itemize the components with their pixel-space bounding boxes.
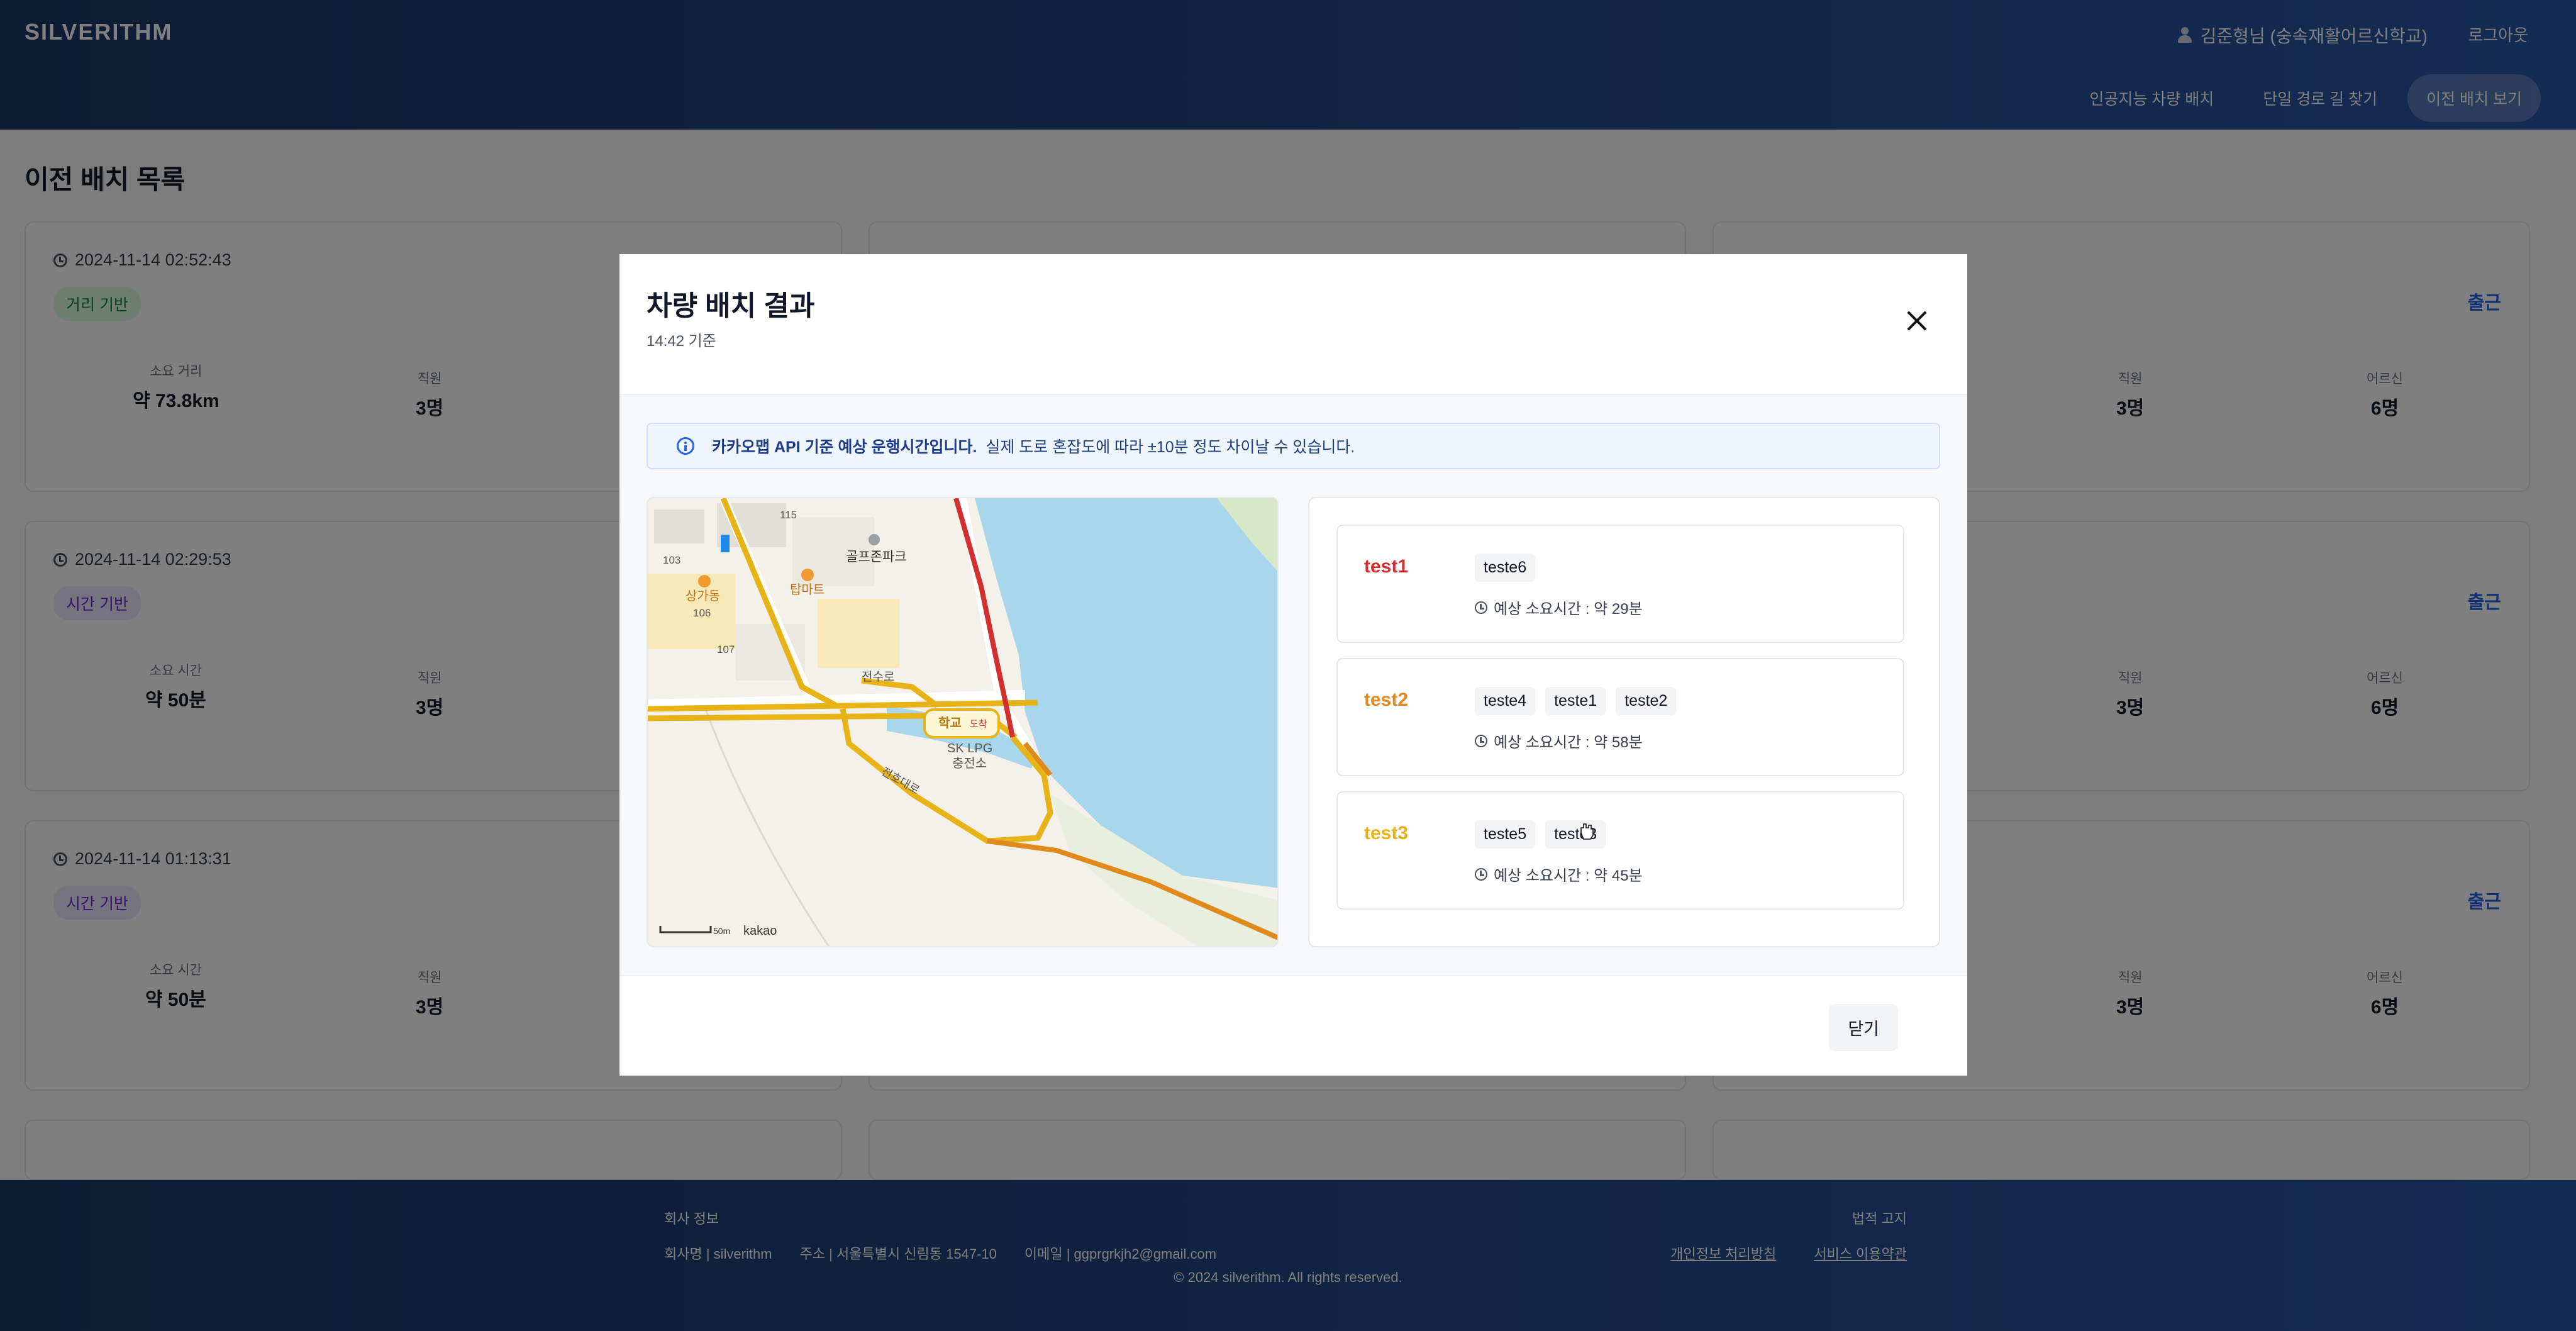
- map-label-station: 충전소: [952, 756, 987, 771]
- route-card[interactable]: test3 teste5 teste3 예상 소요시간 : 약 45분: [1336, 791, 1904, 910]
- member-chip: teste6: [1475, 554, 1536, 582]
- map-label-golfzon: 골프존파크: [846, 550, 907, 564]
- member-chip: teste2: [1616, 687, 1677, 715]
- route-eta: 예상 소요시간 : 약 58분: [1475, 730, 1643, 752]
- route-name: test3: [1364, 823, 1409, 844]
- notice-bold: 카카오맵 API 기준 예상 운행시간입니다.: [712, 438, 977, 456]
- notice-text: 실제 도로 혼잡도에 따라 ±10분 정도 차이날 수 있습니다.: [985, 438, 1355, 456]
- clock-icon: [1475, 867, 1487, 881]
- route-name: test1: [1364, 556, 1409, 577]
- map-scale-label: 50m: [713, 926, 730, 936]
- member-chip: teste1: [1545, 687, 1606, 715]
- map-label-school: 학교: [938, 716, 962, 730]
- clock-icon: [1475, 601, 1487, 614]
- map-label-shopping: 상가동: [686, 589, 720, 603]
- modal-subtitle: 14:42 기준: [647, 333, 716, 350]
- clock-icon: [1475, 734, 1487, 747]
- route-members: teste4 teste1 teste2: [1475, 687, 1677, 715]
- member-chip: teste3: [1545, 820, 1606, 849]
- kakao-logo: kakao: [743, 924, 777, 938]
- map-label-sk: SK LPG: [947, 742, 992, 755]
- route-card[interactable]: test1 teste6 예상 소요시간 : 약 29분: [1336, 525, 1904, 643]
- map-label-107: 107: [717, 643, 735, 655]
- member-chip: teste4: [1475, 687, 1536, 715]
- map-label-topmart: 탑마트: [790, 582, 824, 597]
- map-label-103: 103: [663, 554, 680, 566]
- map-label-115: 115: [780, 509, 797, 521]
- close-button[interactable]: 닫기: [1829, 1004, 1898, 1051]
- route-map[interactable]: 115 103 106 107 골프존파크 상가동 탑마트 전수로 학교 도착 …: [647, 497, 1279, 947]
- modal-body: 카카오맵 API 기준 예상 운행시간입니다. 실제 도로 혼잡도에 따라 ±1…: [619, 394, 1967, 976]
- info-icon: [677, 437, 694, 455]
- close-icon[interactable]: [1903, 307, 1931, 335]
- route-eta: 예상 소요시간 : 약 29분: [1475, 596, 1643, 618]
- route-eta: 예상 소요시간 : 약 45분: [1475, 863, 1643, 885]
- modal-title: 차량 배치 결과: [647, 291, 815, 321]
- route-card[interactable]: test2 teste4 teste1 teste2 예상 소요시간 : 약 5…: [1336, 658, 1904, 776]
- map-canvas[interactable]: 115 103 106 107 골프존파크 상가동 탑마트 전수로 학교 도착 …: [648, 498, 1279, 947]
- map-label-106: 106: [693, 607, 711, 619]
- member-chip: teste5: [1475, 820, 1536, 849]
- route-name: test2: [1364, 689, 1409, 710]
- route-members: teste6: [1475, 554, 1536, 582]
- eta-notice: 카카오맵 API 기준 예상 운행시간입니다. 실제 도로 혼잡도에 따라 ±1…: [647, 423, 1940, 469]
- map-label-road: 전수로: [862, 670, 894, 684]
- map-label-arrival: 도착: [970, 719, 987, 730]
- dispatch-result-modal: 차량 배치 결과 14:42 기준 카카오맵 API 기준 예상 운행시간입니다…: [619, 254, 1967, 1076]
- route-list-panel: test1 teste6 예상 소요시간 : 약 29분 test2 teste…: [1308, 497, 1940, 947]
- hand-cursor-icon: [1580, 823, 1594, 840]
